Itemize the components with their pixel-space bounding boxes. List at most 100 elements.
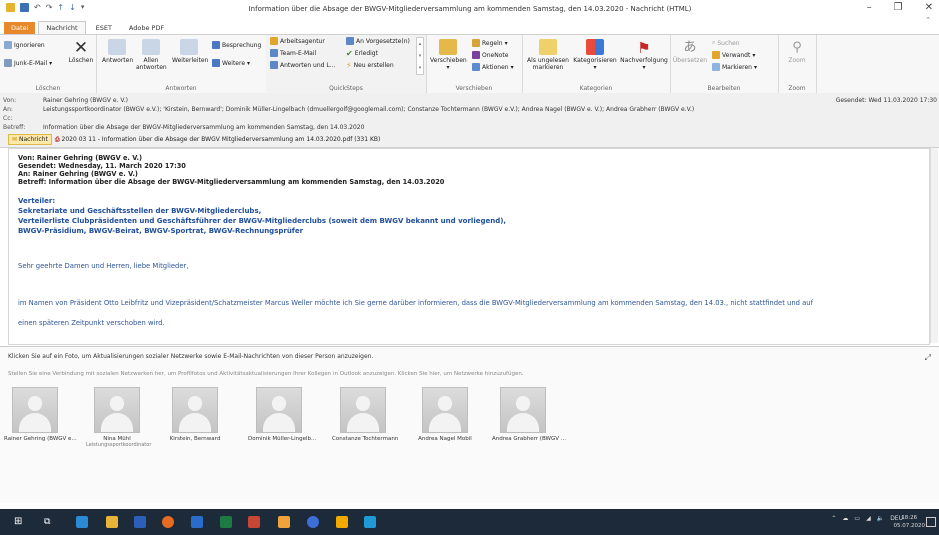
powerpoint-icon[interactable] [248,516,260,528]
to-value[interactable]: Leistungssportkoordinator (BWGV e.V.); '… [43,106,694,113]
chrome-like-icon[interactable] [307,516,319,528]
meeting-button[interactable]: Besprechung [212,41,261,49]
quickstep-done[interactable]: ✔ Erledigt [346,49,378,58]
file-explorer-icon[interactable] [106,516,118,528]
chevron-up-icon[interactable]: ⌃ [831,515,836,522]
mark-unread-button[interactable]: Als ungelesen markieren [526,39,570,71]
up-arrow-icon[interactable]: ↑ [57,3,64,12]
rules-label: Regeln [482,39,503,47]
redo-icon[interactable]: ↷ [46,3,53,12]
word-icon[interactable] [134,516,146,528]
subject-label: Betreff: [3,124,26,131]
save-icon[interactable] [20,3,29,12]
edge-icon[interactable] [76,516,88,528]
qs1-label: Arbeitsagentur [280,37,325,45]
ribbon: Ignorieren Junk-E-Mail ▾ ✕ Löschen Lösch… [0,34,939,94]
from-value[interactable]: Rainer Gehring (BWGV e. V.) [43,97,128,104]
ribbon-tabs: Datei Nachricht ESET Adobe PDF [0,21,939,34]
categorize-icon [586,39,604,55]
rules-button[interactable]: Regeln ▾ [472,39,508,47]
more-respond-button[interactable]: Weitere ▾ [212,59,250,67]
volume-icon[interactable]: 🔈 [877,515,884,522]
outlook-active-icon[interactable] [336,516,348,528]
person-card[interactable]: Constanze Tochtermann [332,387,398,442]
select-label: Markieren [722,63,752,71]
down-arrow-icon[interactable]: ↓ [69,3,76,12]
body-scrollbar[interactable] [930,148,938,343]
tab-eset[interactable]: ESET [89,22,119,34]
person-card[interactable]: Andrea Nagel Mobil [414,387,476,442]
group-quicksteps: Arbeitsagentur Team-E-Mail Antworten und… [266,35,427,93]
notification-icon[interactable] [926,517,936,527]
envelope-icon[interactable] [6,3,15,12]
related-button[interactable]: Verwandt ▾ [712,51,755,59]
cloud-icon[interactable]: ☁ [842,515,848,522]
related-icon [712,51,720,59]
quick-access-toolbar: ↶ ↷ ↑ ↓ ▾ [6,3,84,12]
group-tags: Als ungelesen markieren Kategorisieren ▾… [522,35,671,93]
move-folder-icon [439,39,457,55]
followup-label: Nachverfolgung [620,57,668,64]
outlook-icon[interactable] [191,516,203,528]
customize-qat-icon[interactable]: ▾ [81,3,85,12]
find-button[interactable]: ⌕ Suchen [712,39,740,47]
app-icon[interactable] [278,516,290,528]
from-label: Von: [3,97,17,104]
forward-icon [180,39,198,55]
windows-start-icon[interactable]: ⊞ [14,516,26,528]
tab-nachricht[interactable]: Nachricht [38,21,86,34]
battery-icon[interactable]: ▭ [854,515,860,522]
followup-button[interactable]: ⚑ Nachverfolgung ▾ [620,39,668,71]
quickstep-team-email[interactable]: Team-E-Mail [270,49,316,57]
avatar [172,387,218,433]
tab-datei[interactable]: Datei [4,22,36,34]
tab-adobe-pdf[interactable]: Adobe PDF [122,22,171,34]
categorize-button[interactable]: Kategorisieren ▾ [572,39,618,71]
onenote-button[interactable]: OneNote [472,51,508,59]
reply-all-label-2: antworten [136,64,167,71]
actions-button[interactable]: Aktionen ▾ [472,63,514,71]
delete-button[interactable]: ✕ Löschen [68,39,94,64]
clock[interactable]: 18:26 05.07.2020 [894,514,926,530]
distribution-line-2: Verteilerliste Clubpräsidenten und Gesch… [18,217,507,225]
distribution-heading: Verteiler: [18,197,56,205]
restore-icon[interactable]: ❐ [894,2,903,13]
person-card[interactable]: Nina Mühl Leistungssportkoordinator [86,387,151,448]
message-tab-button[interactable]: ✉ Nachricht [8,134,52,145]
quickstep-new[interactable]: ⚡ Neu erstellen [346,61,394,70]
ignore-button[interactable]: Ignorieren [4,41,45,49]
undo-icon[interactable]: ↶ [34,3,41,12]
reply-all-button[interactable]: Allen antworten [136,39,167,71]
junk-button[interactable]: Junk-E-Mail ▾ [4,59,52,67]
attachment-item[interactable]: ⎙ 2020 03 11 - Information über die Absa… [55,136,381,144]
network-icon[interactable]: ◢ [866,515,871,522]
quickstep-manager[interactable]: An Vorgesetzte(n) [346,37,410,45]
magnifier-icon: ⚲ [792,40,802,55]
person-card[interactable]: Rainer Gehring (BWGV e... [4,387,77,442]
message-body[interactable]: Von: Rainer Gehring (BWGV e. V.) Gesende… [8,148,930,345]
person-card[interactable]: Andrea Grabherr (BWGV ... [492,387,566,442]
quicksteps-scroll[interactable]: ▴ ▾ ▾ [416,37,424,75]
expand-icon[interactable]: ⤢ [925,353,931,363]
forward-button[interactable]: Weiterleiten [172,39,208,64]
firefox-icon[interactable] [162,516,174,528]
unread-label-2: markieren [532,64,564,71]
close-icon[interactable]: ✕ [925,2,933,13]
quickstep-arbeitsagentur[interactable]: Arbeitsagentur [270,37,325,45]
actions-icon [472,63,480,71]
group-move: Verschieben ▾ Regeln ▾ OneNote Aktionen … [426,35,523,93]
translate-button[interactable]: あ Übersetzen [672,39,708,64]
move-button[interactable]: Verschieben ▾ [430,39,467,71]
person-card[interactable]: Kirstein, Bernward [164,387,226,442]
excel-icon[interactable] [220,516,232,528]
reply-button[interactable]: Antworten [102,39,133,64]
zoom-button[interactable]: ⚲ Zoom [782,39,812,64]
translate-icon: あ [683,40,697,55]
select-button[interactable]: Markieren ▾ [712,63,757,71]
minimize-icon[interactable]: – [867,2,872,13]
task-view-icon[interactable]: ⧉ [44,516,56,528]
people-info-2[interactable]: Stellen Sie eine Verbindung mit sozialen… [8,371,524,377]
skype-icon[interactable] [364,516,376,528]
quickstep-reply-delete[interactable]: Antworten und L... [270,61,335,69]
person-card[interactable]: Dominik Müller-Lingelb... [248,387,316,442]
